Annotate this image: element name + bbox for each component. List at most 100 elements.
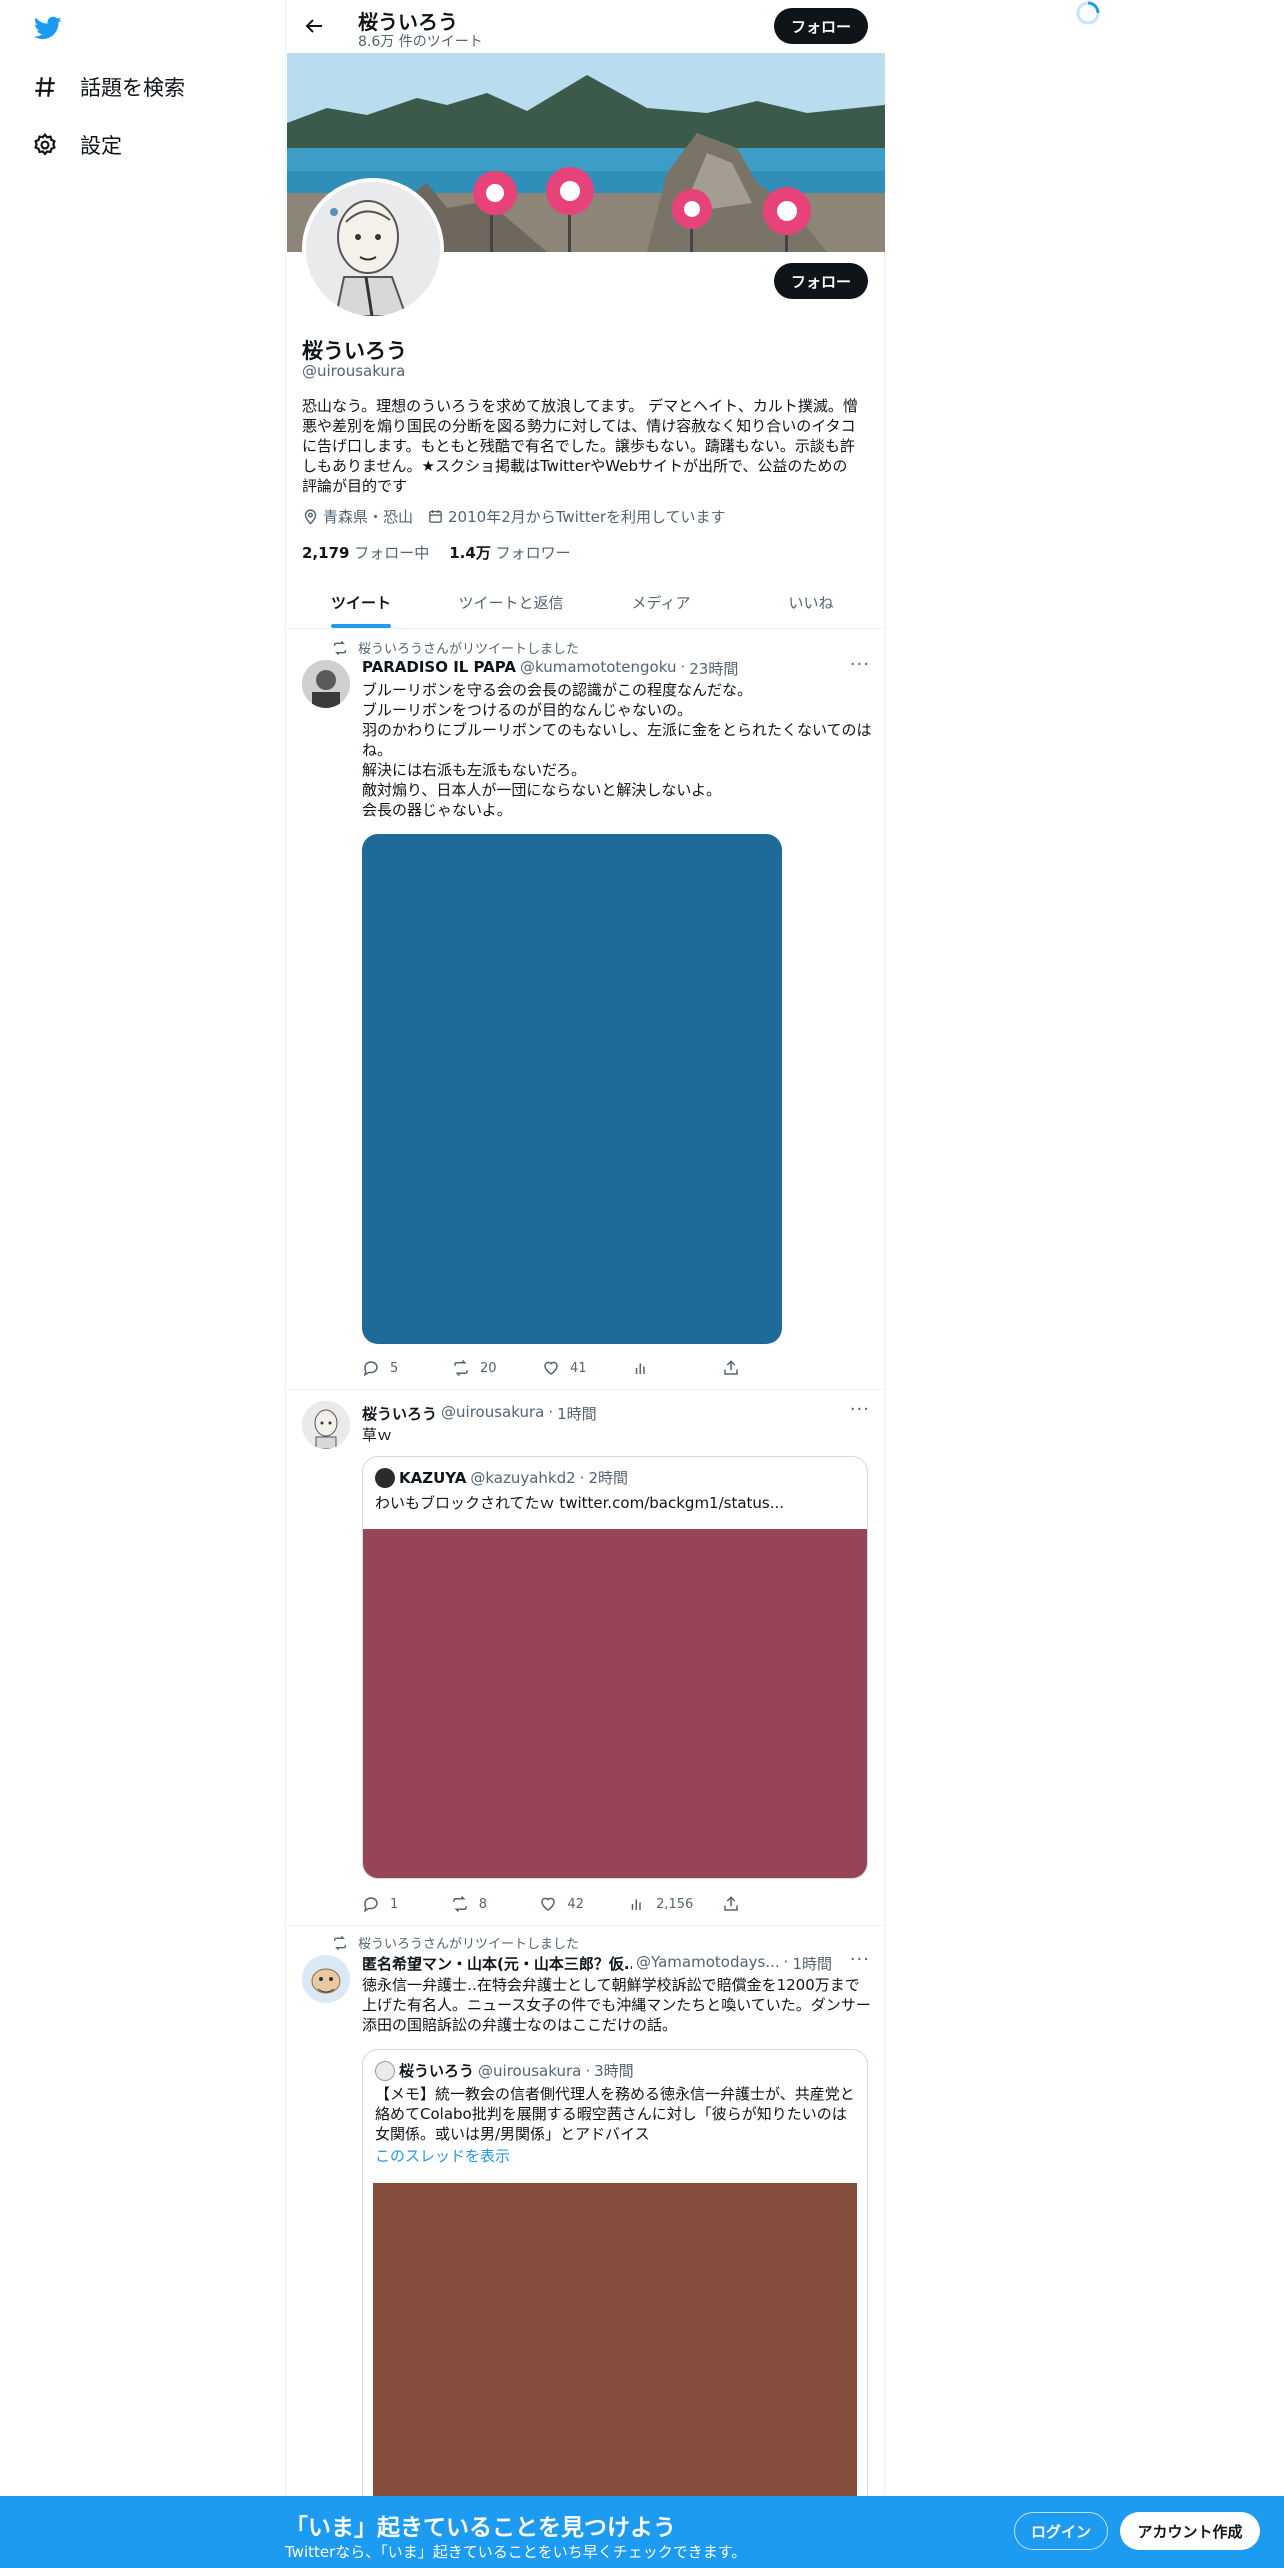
- quote-header: 桜ういろう @uirousakura · 3時間: [375, 2060, 634, 2081]
- reply-icon: [363, 1897, 378, 1913]
- heart-icon: [541, 1897, 556, 1911]
- share-icon: [724, 1360, 738, 1375]
- tab-likes[interactable]: いいね: [736, 576, 886, 628]
- loading-spinner-icon: [1076, 1, 1100, 25]
- reply-icon: [363, 1361, 378, 1377]
- header-follow-button[interactable]: フォロー: [774, 8, 868, 44]
- profile-bio: 恐山なう。理想のういろうを求めて放浪してます。 デマとヘイト、カルト撲滅。憎悪や…: [302, 397, 858, 495]
- retweet-icon: [454, 1359, 468, 1377]
- views-button[interactable]: [632, 1359, 692, 1377]
- tweet-time[interactable]: 1時間: [557, 1403, 597, 1424]
- views-icon: [635, 1363, 645, 1374]
- share-button[interactable]: [722, 1359, 782, 1377]
- profile-meta: 青森県・恐山 2010年2月からTwitterを利用しています: [302, 506, 726, 527]
- retweet-button[interactable]: 8: [451, 1895, 511, 1913]
- more-options-icon[interactable]: ···: [850, 1399, 870, 1420]
- profile-handle: @uirousakura: [302, 362, 406, 380]
- tweet-avatar[interactable]: [302, 1955, 350, 2003]
- retweet-note-text: 桜ういろうさんがリツイートしました: [358, 642, 580, 657]
- tweet-media[interactable]: [362, 834, 782, 1344]
- tweet-text: ブルーリボンを守る会の会長の認識がこの程度なんだな。 ブルーリボンをつけるのが目…: [362, 681, 872, 819]
- tweet-author-name[interactable]: 匿名希望マン・山本(元・山本三郎？仮...: [362, 1953, 632, 1974]
- followers-link[interactable]: 1.4万 フォロワー: [449, 542, 570, 563]
- quote-author-handle: @uirousakura: [478, 2061, 582, 2080]
- show-thread-link[interactable]: このスレッドを表示: [375, 2146, 510, 2166]
- profile-name: 桜ういろう: [302, 339, 407, 363]
- login-button[interactable]: ログイン: [1014, 2512, 1108, 2550]
- nav-explore[interactable]: 話題を検索: [32, 72, 185, 102]
- tweet-author-handle[interactable]: @kumamototengoku: [520, 658, 676, 679]
- quote-author-name: KAZUYA: [399, 1468, 467, 1487]
- tweet-actions: 5 20 41: [362, 1359, 782, 1377]
- retweet-count: 8: [478, 1896, 487, 1912]
- tab-tweets-and-replies[interactable]: ツイートと返信: [436, 576, 586, 628]
- tweet-avatar[interactable]: [302, 660, 350, 708]
- quote-author-handle: @kazuyahkd2: [470, 1468, 576, 1487]
- more-options-icon[interactable]: ···: [850, 1949, 870, 1970]
- followers-label: フォロワー: [495, 544, 571, 562]
- views-button[interactable]: 2,156: [628, 1895, 693, 1913]
- quote-media[interactable]: [363, 1529, 867, 1878]
- signup-banner-subtitle: Twitterなら、「いま」起きていることをいち早くチェックできます。: [285, 2543, 747, 2561]
- tweet-author-name[interactable]: 桜ういろう: [362, 1403, 437, 1424]
- share-button[interactable]: [722, 1895, 782, 1913]
- tab-tweets[interactable]: ツイート: [286, 576, 436, 628]
- views-icon: [631, 1899, 641, 1910]
- tweet[interactable]: 桜ういろうさんがリツイートしました PARADISO IL PAPA @kuma…: [286, 630, 886, 1390]
- quote-text: 【メモ】統一教会の信者側代理人を務める徳永信一弁護士が、共産党と絡めてColab…: [375, 2085, 855, 2143]
- header-tweet-count: 8.6万 件のツイート: [358, 34, 483, 50]
- reply-button[interactable]: 5: [362, 1359, 422, 1377]
- tweet-author-handle[interactable]: @uirousakura: [441, 1403, 544, 1424]
- share-icon: [724, 1896, 738, 1911]
- heart-icon: [544, 1361, 558, 1375]
- tweet-header: 桜ういろう @uirousakura · 1時間: [362, 1403, 597, 1424]
- follow-stats: 2,179 フォロー中 1.4万 フォロワー: [302, 542, 571, 563]
- retweet-note: 桜ういろうさんがリツイートしました: [332, 1933, 579, 1952]
- tweet-author-handle[interactable]: @Yamamotodays...: [636, 1953, 780, 1974]
- like-count: 41: [570, 1360, 587, 1376]
- tweet[interactable]: 桜ういろう @uirousakura · 1時間 ··· 草ｗ KAZUYA @…: [286, 1391, 886, 1926]
- reply-button[interactable]: 1: [362, 1895, 422, 1913]
- joined-date: 2010年2月からTwitterを利用しています: [427, 506, 726, 527]
- like-button[interactable]: 41: [542, 1359, 602, 1377]
- joined-text: 2010年2月からTwitterを利用しています: [448, 508, 726, 526]
- hashtag-icon: [35, 77, 55, 97]
- tweet-author-name[interactable]: PARADISO IL PAPA: [362, 658, 516, 679]
- retweet-icon: [334, 640, 346, 655]
- nav-settings-label: 設定: [80, 134, 122, 158]
- profile-follow-button[interactable]: フォロー: [774, 263, 868, 299]
- signup-button[interactable]: アカウント作成: [1120, 2512, 1260, 2550]
- tweet-header: 匿名希望マン・山本(元・山本三郎？仮... @Yamamotodays... ·…: [362, 1953, 832, 1974]
- following-link[interactable]: 2,179 フォロー中: [302, 542, 429, 563]
- nav-settings[interactable]: 設定: [32, 130, 122, 160]
- like-button[interactable]: 42: [539, 1895, 599, 1913]
- gear-icon: [34, 133, 56, 156]
- following-count: 2,179: [302, 544, 350, 562]
- signup-banner: 「いま」起きていることを見つけよう Twitterなら、「いま」起きていることを…: [0, 2496, 1284, 2568]
- more-options-icon[interactable]: ···: [850, 654, 870, 675]
- tweet-time[interactable]: 1時間: [792, 1953, 832, 1974]
- quoted-tweet[interactable]: 桜ういろう @uirousakura · 3時間 【メモ】統一教会の信者側代理人…: [362, 2049, 868, 2568]
- back-arrow-icon[interactable]: [302, 14, 326, 38]
- page: 話題を検索 設定 桜ういろう 8.6万 件のツイート フォロー フォロー 桜うい…: [0, 0, 1284, 2568]
- profile-header-bar: 桜ういろう 8.6万 件のツイート フォロー: [286, 0, 886, 53]
- tweet-time[interactable]: 23時間: [689, 658, 738, 679]
- reply-count: 5: [390, 1360, 399, 1376]
- quote-avatar: [375, 2060, 395, 2081]
- tweet-text: 草ｗ: [362, 1426, 393, 1444]
- views-count: 2,156: [656, 1896, 694, 1912]
- retweet-button[interactable]: 20: [452, 1359, 512, 1377]
- tweet[interactable]: 桜ういろうさんがリツイートしました 匿名希望マン・山本(元・山本三郎？仮... …: [286, 1927, 886, 2568]
- profile-avatar[interactable]: [302, 178, 444, 320]
- tweet-avatar[interactable]: [302, 1401, 350, 1449]
- retweet-note-text: 桜ういろうさんがリツイートしました: [358, 1937, 580, 1952]
- tab-media[interactable]: メディア: [586, 576, 736, 628]
- location-text: 青森県・恐山: [323, 508, 414, 526]
- tweet-actions: 1 8 42 2,156: [362, 1895, 782, 1913]
- twitter-logo-icon[interactable]: [32, 14, 64, 42]
- quote-time: 2時間: [588, 1469, 628, 1487]
- tweet-header: PARADISO IL PAPA @kumamototengoku · 23時間: [362, 658, 739, 679]
- quote-author-name: 桜ういろう: [399, 2062, 475, 2080]
- avatar-illustration: [306, 182, 440, 316]
- quoted-tweet[interactable]: KAZUYA @kazuyahkd2 · 2時間 わいもブロックされてたｗ tw…: [362, 1456, 868, 1879]
